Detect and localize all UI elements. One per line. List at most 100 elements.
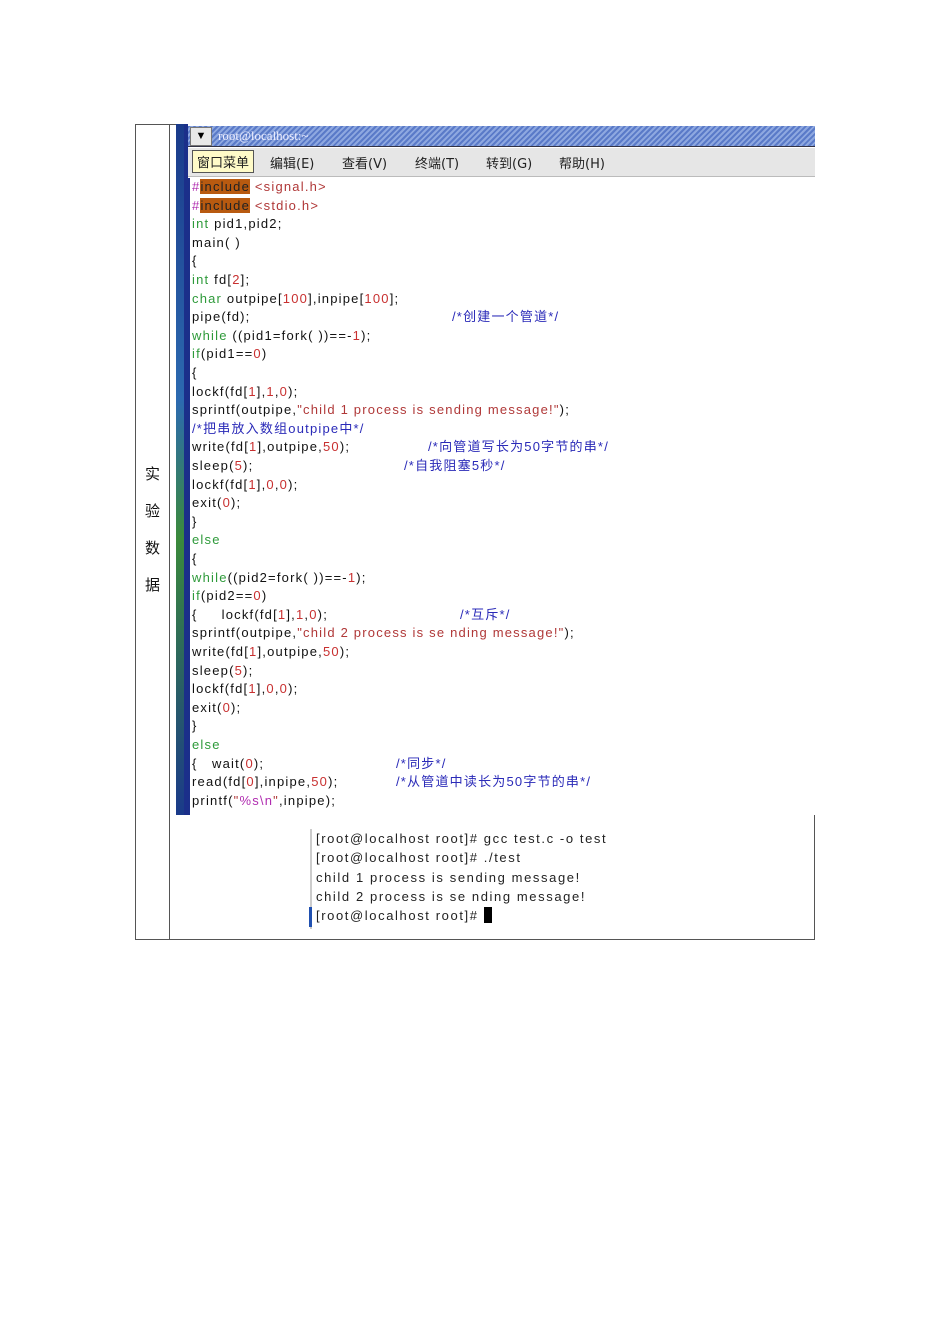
code-token: outpipe[ — [222, 290, 283, 306]
code-token: 0 — [222, 495, 231, 511]
code-token: lockf(fd[ — [192, 383, 249, 399]
menu-edit[interactable]: 编辑(E) — [270, 153, 314, 172]
code-token: ); — [564, 625, 575, 641]
terminal-line: child 1 process is sending message! — [316, 868, 581, 887]
code-token: 100 — [282, 290, 309, 306]
code-token: 50 — [322, 439, 340, 455]
code-token: 50 — [322, 644, 340, 659]
code-token: 0 — [245, 755, 254, 771]
code-line: else — [192, 736, 221, 754]
code-token: { wait( — [192, 755, 246, 771]
code-token: exit( — [192, 699, 223, 715]
section-label-char: 验 — [144, 502, 160, 520]
code-token: printf( — [192, 792, 234, 808]
code-comment: /*向管道写长为50字节的串*/ — [428, 439, 610, 455]
code-token: 1 — [266, 383, 275, 399]
code-token: sprintf(outpipe, — [192, 402, 298, 418]
menu-goto[interactable]: 转到(G) — [486, 153, 532, 172]
code-token: 0 — [266, 681, 275, 697]
code-token: main( ) — [192, 234, 241, 250]
code-line: lockf(fd[1],0,0); — [192, 476, 298, 494]
section-label-char: 实 — [144, 465, 160, 483]
code-token: sleep( — [192, 458, 235, 473]
menu-window[interactable]: 窗口菜单 — [192, 150, 255, 173]
code-token: ); — [243, 662, 254, 678]
code-line: int pid1,pid2; — [192, 215, 283, 233]
menu-bar: 窗口菜单 编辑(E) 查看(V) 终端(T) 转到(G) 帮助(H) — [188, 148, 815, 177]
code-token: write(fd[ — [192, 439, 250, 455]
code-token: read(fd[ — [192, 774, 247, 790]
terminal-line-text: child 2 process is se nding message! — [316, 888, 587, 904]
code-token: 0 — [279, 681, 289, 697]
code-token: else — [192, 532, 221, 548]
section-label-column: 实 验 数 据 — [136, 125, 170, 939]
code-token: while — [192, 327, 228, 343]
code-token: } — [192, 718, 198, 734]
code-token: lockf(fd[ — [192, 476, 249, 492]
code-token: 0 — [222, 699, 231, 715]
code-token: ) — [261, 346, 268, 362]
code-token: { — [192, 551, 198, 566]
code-token: ); — [253, 755, 265, 771]
code-line: if(pid2==0) — [192, 587, 267, 605]
code-token: 1 — [248, 383, 257, 399]
code-line: printf("%s\n",inpipe); — [192, 792, 336, 810]
code-token: <signal.h> — [250, 179, 327, 194]
code-token: 0 — [253, 588, 262, 604]
code-token: { — [192, 365, 198, 380]
window-menu-button[interactable]: ▼ — [190, 127, 212, 146]
code-token: else — [192, 737, 221, 752]
code-line: sleep(5); — [192, 662, 253, 680]
code-token: ]; — [389, 290, 400, 306]
code-comment: /*从管道中读长为50字节的串*/ — [396, 774, 592, 790]
code-token: 2 — [232, 272, 241, 287]
code-line: pipe(fd); /*创建一个管道*/ — [192, 308, 558, 326]
code-token: ); — [361, 327, 372, 343]
code-token: %s\n — [239, 792, 274, 808]
code-token: ); — [231, 699, 242, 715]
menu-terminal[interactable]: 终端(T) — [415, 153, 459, 172]
code-token: ); — [288, 681, 299, 697]
terminal-cursor — [483, 907, 492, 924]
code-token: write(fd[ — [192, 644, 250, 659]
code-line: main( ) — [192, 234, 241, 252]
code-token: while — [192, 569, 228, 585]
code-line: read(fd[0],inpipe,50); /*从管道中读长为50字节的串*/ — [192, 773, 590, 791]
code-token: ,inpipe); — [279, 792, 337, 808]
code-token: lockf(fd[ — [192, 681, 249, 697]
code-token: 0 — [279, 476, 289, 492]
terminal-line-text: [root@localhost root]# gcc test.c -o tes… — [316, 831, 608, 846]
code-token: 0 — [309, 606, 318, 622]
code-line: } — [192, 717, 198, 735]
code-token: exit( — [192, 495, 223, 511]
code-comment: /*创建一个管道*/ — [452, 309, 560, 325]
code-line: { — [192, 550, 198, 568]
code-token: ); — [339, 439, 351, 455]
code-token: ); — [559, 402, 571, 418]
section-label-char: 数 — [144, 539, 160, 557]
code-token: 0 — [253, 346, 262, 362]
code-token: ); — [339, 644, 351, 659]
menu-help[interactable]: 帮助(H) — [559, 153, 605, 172]
code-token: ],outpipe, — [257, 439, 323, 455]
code-token: 5 — [234, 458, 244, 473]
terminal-output: [root@localhost root]# gcc test.c -o tes… — [309, 829, 662, 929]
code-token: int — [192, 216, 210, 232]
code-token: ); — [317, 606, 329, 622]
code-line: { wait(0); /*同步*/ — [192, 755, 445, 773]
code-comment: /*同步*/ — [396, 755, 447, 771]
code-line: #include <signal.h> — [192, 178, 327, 196]
code-token: (pid1== — [200, 346, 254, 362]
code-line: write(fd[1],outpipe,50);/*向管道写长为50字节的串*/ — [192, 438, 608, 456]
code-comment: /*把串放入数组outpipe中*/ — [192, 420, 365, 436]
code-token: (pid2== — [200, 588, 254, 604]
code-token: ); — [243, 458, 254, 473]
code-line: while((pid2=fork( ))==-1); — [192, 569, 367, 587]
code-token: ) — [261, 588, 268, 604]
code-token: { — [192, 253, 198, 269]
menu-view[interactable]: 查看(V) — [342, 153, 387, 172]
terminal-line: child 2 process is se nding message! — [316, 887, 586, 906]
terminal-line: [root@localhost root]# ./test — [316, 848, 522, 867]
code-token: ]; — [240, 272, 251, 287]
code-line: write(fd[1],outpipe,50); — [192, 643, 350, 661]
